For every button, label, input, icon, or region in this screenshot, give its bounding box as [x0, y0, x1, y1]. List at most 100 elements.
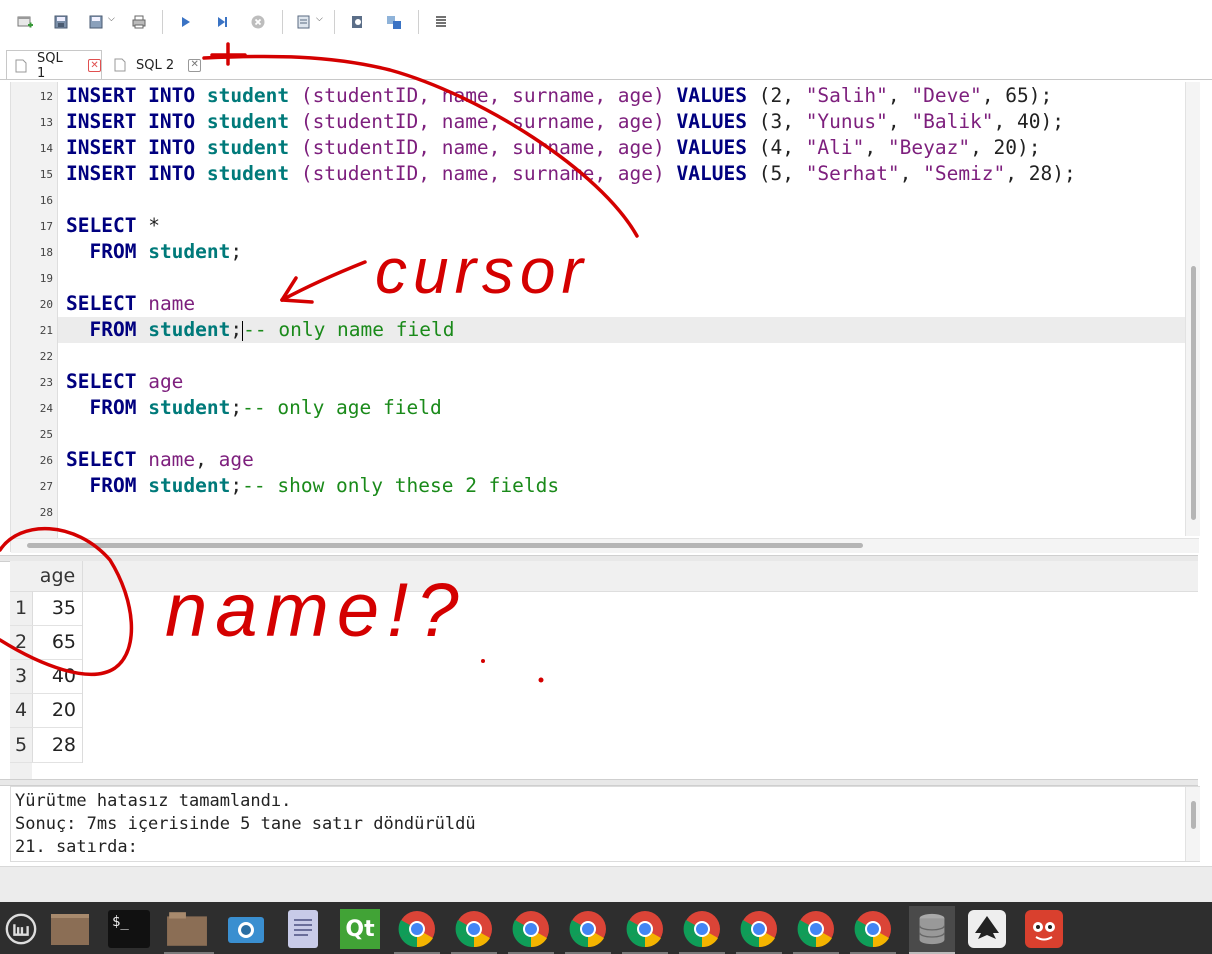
chrome-icon[interactable]	[510, 908, 552, 950]
line-number: 22	[39, 350, 53, 363]
terminal-icon[interactable]: $_	[108, 908, 150, 950]
chevron-down-icon[interactable]: ⌵	[316, 14, 323, 24]
line-number: 13	[39, 116, 53, 129]
text-editor-icon[interactable]	[282, 908, 324, 950]
line-number: 15	[39, 168, 53, 181]
code-line: FROM student;-- only age field	[89, 396, 442, 419]
taskbar: $_ Qt	[0, 902, 1212, 954]
line-number: 20	[39, 298, 53, 311]
line-number: 24	[39, 402, 53, 415]
find-icon[interactable]	[346, 10, 370, 34]
code-line: FROM student;-- only name field	[89, 318, 455, 341]
sql-editor[interactable]: 12 13 14 15 16 17 18 19 20 21 22 23 24 2…	[10, 82, 1200, 553]
chrome-icon[interactable]	[453, 908, 495, 950]
stop-icon[interactable]	[246, 10, 270, 34]
grid-cell[interactable]: 40	[33, 660, 82, 693]
code-line: FROM student;-- show only these 2 fields	[89, 474, 560, 497]
chrome-icon[interactable]	[396, 908, 438, 950]
main-toolbar: ⌵ ⌵	[0, 0, 1212, 44]
close-icon[interactable]: ✕	[88, 59, 101, 72]
tab-label: SQL 1	[37, 50, 63, 81]
screenshot-icon[interactable]	[225, 908, 267, 950]
message-line: 21. satırda:	[15, 837, 138, 857]
toolbar-separator	[418, 10, 419, 34]
code-line: SELECT age	[66, 370, 184, 393]
qt-label: Qt	[340, 909, 380, 949]
close-icon[interactable]: ✕	[188, 58, 202, 72]
toolbar-separator	[334, 10, 335, 34]
chrome-icon[interactable]	[795, 908, 837, 950]
new-tab-icon[interactable]	[13, 10, 37, 34]
line-number: 16	[39, 194, 53, 207]
code-line: FROM student;	[89, 240, 243, 263]
toolbar-separator	[162, 10, 163, 34]
chrome-icon[interactable]	[624, 908, 666, 950]
print-icon[interactable]	[127, 10, 151, 34]
find-replace-icon[interactable]	[382, 10, 406, 34]
grid-cell[interactable]: 35	[33, 592, 82, 625]
line-number: 26	[39, 454, 53, 467]
chrome-icon[interactable]	[681, 908, 723, 950]
code-line: SELECT *	[66, 214, 160, 237]
chrome-icon[interactable]	[567, 908, 609, 950]
toolbar-separator	[282, 10, 283, 34]
tab-sql-2[interactable]: SQL 2 ✕	[108, 50, 202, 80]
column-header-age[interactable]: age	[33, 561, 83, 591]
results-grid[interactable]: age 1 35 2 65 3 40 4 20 5 28	[10, 561, 1198, 779]
row-header[interactable]: 3	[10, 660, 32, 693]
row-header[interactable]: 5	[10, 728, 32, 762]
code-line: SELECT name, age	[66, 448, 254, 471]
line-number-gutter: 12 13 14 15 16 17 18 19 20 21 22 23 24 2…	[11, 82, 58, 552]
save-file-icon[interactable]	[84, 10, 108, 34]
line-number: 21	[39, 324, 53, 337]
open-file-icon[interactable]	[49, 10, 73, 34]
line-number: 18	[39, 246, 53, 259]
folder-icon[interactable]	[49, 908, 91, 950]
splitter-handle[interactable]	[0, 779, 1198, 786]
chevron-down-icon[interactable]: ⌵	[108, 14, 115, 24]
tab-label: SQL 2	[136, 57, 175, 73]
grid-corner[interactable]	[10, 561, 32, 591]
line-number: 19	[39, 272, 53, 285]
tab-sql-1[interactable]: SQL 1 ✕	[6, 50, 102, 81]
grid-cell[interactable]: 28	[33, 728, 82, 762]
row-header[interactable]: 2	[10, 626, 32, 659]
sqlite-browser-icon[interactable]	[909, 906, 955, 952]
inkscape-icon[interactable]	[966, 908, 1008, 950]
grid-divider	[82, 591, 83, 763]
qt-creator-icon[interactable]: Qt	[339, 908, 381, 950]
save-results-icon[interactable]	[292, 10, 316, 34]
message-line: Sonuç: 7ms içerisinde 5 tane satır döndü…	[15, 814, 476, 834]
menu-icon[interactable]	[0, 908, 42, 950]
vertical-scroll-thumb[interactable]	[1191, 266, 1196, 520]
gimp-icon[interactable]	[1023, 908, 1065, 950]
horizontal-scroll-thumb[interactable]	[27, 543, 863, 548]
grid-cell[interactable]: 65	[33, 626, 82, 659]
tab-bar: SQL 1 ✕ SQL 2 ✕	[0, 44, 1212, 81]
status-area	[0, 866, 1212, 903]
files-icon[interactable]	[166, 908, 208, 950]
line-number: 14	[39, 142, 53, 155]
row-header[interactable]: 1	[10, 592, 32, 625]
line-number: 27	[39, 480, 53, 493]
message-panel[interactable]: Yürütme hatasız tamamlandı. Sonuç: 7ms i…	[10, 786, 1200, 862]
tab-divider	[0, 79, 1212, 80]
terminal-label: $_	[108, 910, 150, 948]
grid-cell[interactable]: 20	[33, 694, 82, 727]
grid-header	[10, 561, 1198, 592]
message-line: Yürütme hatasız tamamlandı.	[15, 791, 292, 811]
code-line: INSERT INTO student (studentID, name, su…	[66, 136, 1041, 159]
code-line: SELECT name	[66, 292, 196, 315]
code-line: INSERT INTO student (studentID, name, su…	[66, 110, 1064, 133]
execute-all-icon[interactable]	[173, 10, 197, 34]
line-number: 28	[39, 506, 53, 519]
chrome-icon[interactable]	[738, 908, 780, 950]
chrome-icon[interactable]	[852, 908, 894, 950]
document-icon	[15, 59, 27, 73]
row-header-filler	[10, 763, 32, 779]
row-header[interactable]: 4	[10, 694, 32, 727]
execute-line-icon[interactable]	[210, 10, 234, 34]
vertical-scroll-thumb[interactable]	[1191, 801, 1196, 829]
line-number: 17	[39, 220, 53, 233]
format-icon[interactable]	[429, 10, 453, 34]
